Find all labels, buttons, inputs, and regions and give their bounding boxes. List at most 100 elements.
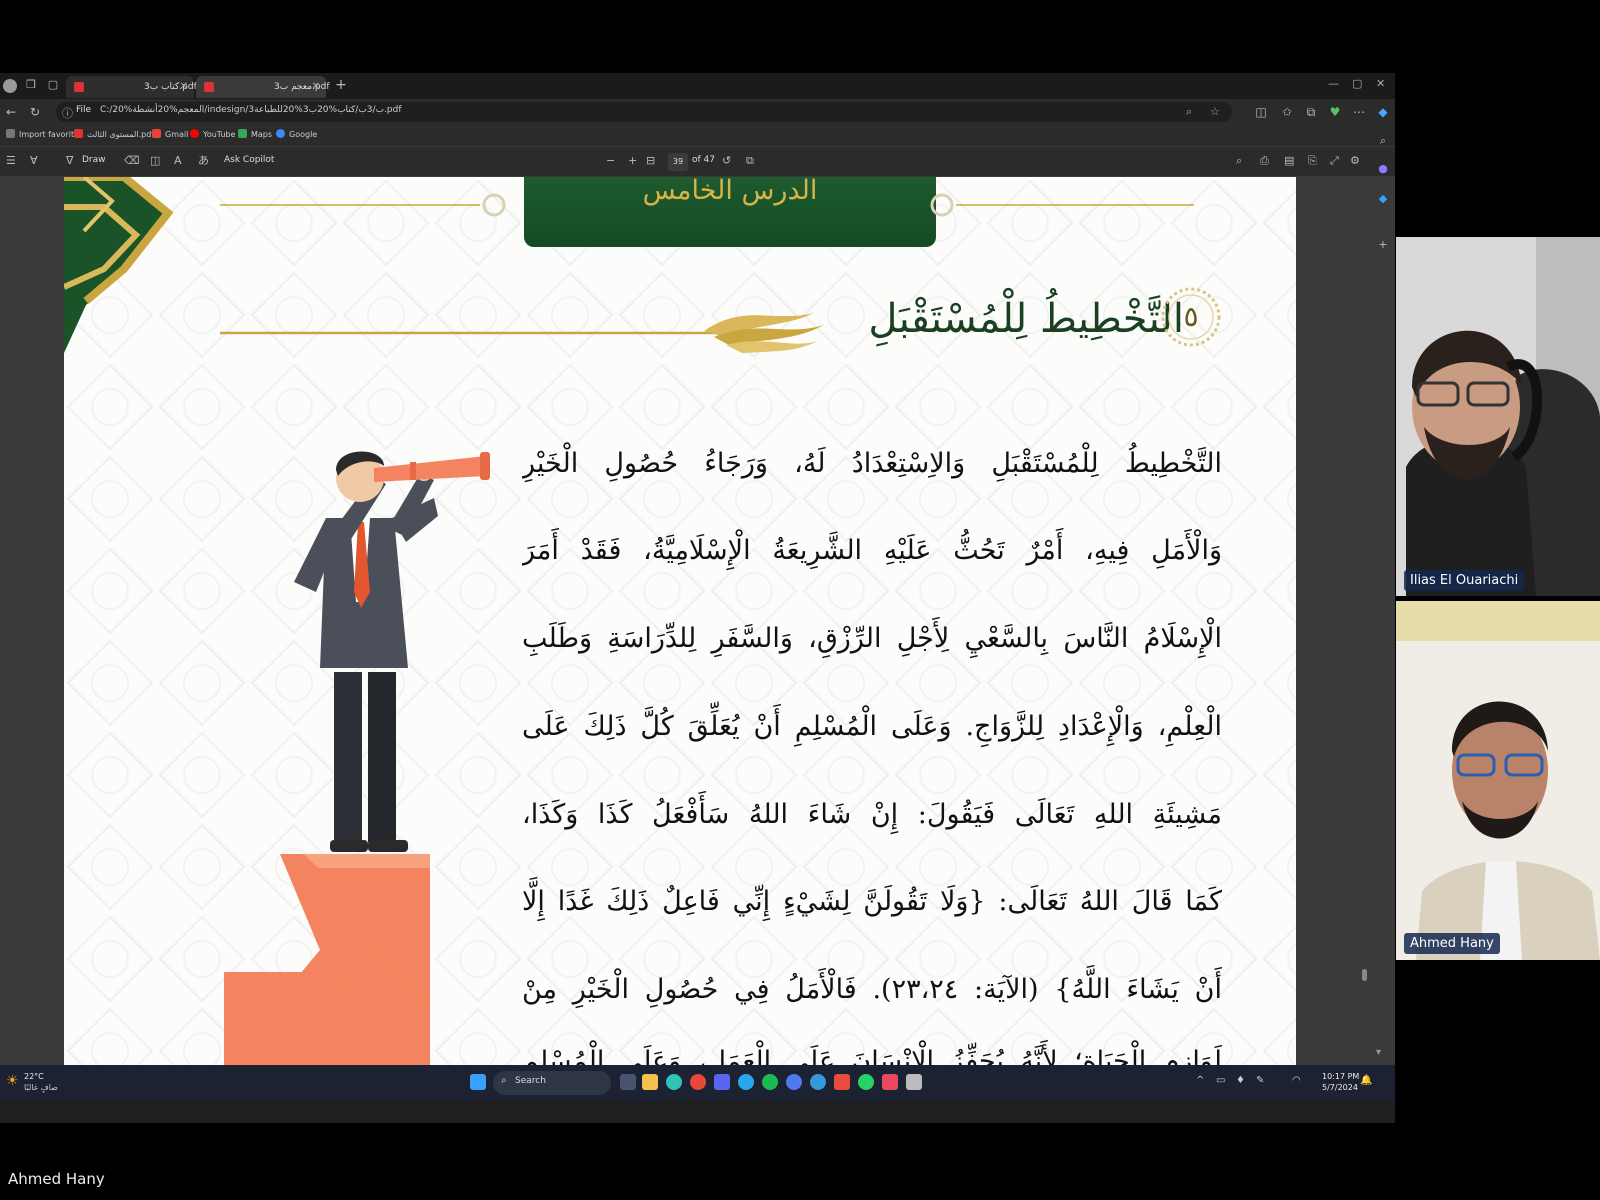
page-number-input[interactable]: 39 (668, 153, 688, 171)
save-as-icon[interactable]: ⎘ (1308, 154, 1317, 168)
body-text-line: مَشِيئَةِ اللهِ تَعَالَى فَيَقُولَ: إِنْ… (522, 799, 1222, 830)
pen-icon[interactable]: ✎ (1256, 1075, 1264, 1086)
page-total: of 47 (692, 155, 715, 165)
sidebar-add-icon[interactable]: + (1376, 238, 1390, 252)
sidebar-outlook-icon[interactable]: ◆ (1376, 192, 1390, 206)
tab-actions-icon[interactable]: ▢ (46, 78, 60, 92)
zoom-in-icon[interactable]: + (628, 154, 637, 168)
pdf-file-icon (204, 82, 214, 92)
participant-tile[interactable]: Ilias El Ouariachi (1396, 237, 1600, 596)
workspaces-icon[interactable]: ❒ (24, 78, 38, 92)
favorite-import[interactable]: Import favorites (6, 129, 83, 141)
highlight-icon[interactable]: ∀ (30, 154, 38, 168)
back-icon[interactable]: ← (4, 105, 18, 119)
start-icon[interactable] (470, 1074, 486, 1090)
tray-chevron-icon[interactable]: ^ (1196, 1075, 1204, 1086)
favorite-maps[interactable]: Maps (238, 129, 272, 141)
translate-icon[interactable]: あ (198, 154, 209, 168)
copilot-icon[interactable]: ◆ (1376, 105, 1390, 119)
edge-icon[interactable] (666, 1074, 682, 1090)
clock-time[interactable]: 10:17 PM (1322, 1072, 1359, 1081)
notepad-icon[interactable] (906, 1074, 922, 1090)
businessman-telescope-illustration (224, 451, 490, 1065)
collections-icon[interactable]: ⧉ (1304, 105, 1318, 119)
favorites-bar: Import favorites المستوى الثالث.pdf Gmai… (0, 125, 1395, 147)
rotate-icon[interactable]: ↺ (722, 154, 731, 168)
contents-icon[interactable]: ☰ (6, 154, 16, 168)
section-number: ٥ (1183, 300, 1199, 333)
new-tab-icon[interactable]: + (334, 78, 348, 92)
participant-name: Ahmed Hany (1404, 933, 1500, 954)
favorite-level-three-pdf[interactable]: المستوى الثالث.pdf (74, 129, 154, 141)
body-text-line: التَّخْطِيطُ لِلْمُسْتَقْبَلِ وَالاِسْتِ… (522, 448, 1222, 479)
zoom-out-icon[interactable]: − (606, 154, 615, 168)
body-text-line: وَالْأَمَلِ فِيهِ، أَمْرٌ تَحُثُّ عَلَيْ… (522, 535, 1222, 566)
favorite-gmail[interactable]: Gmail (152, 129, 188, 141)
close-tab-icon[interactable]: ✕ (312, 76, 320, 98)
ask-copilot-button[interactable]: Ask Copilot (224, 155, 274, 165)
zoom-icon[interactable]: ⌕ (1186, 105, 1192, 119)
address-row: ← ↻ ⓘ File C:/20%المعجم%20أنشطة/indesign… (0, 99, 1395, 125)
import-icon (6, 129, 15, 138)
draw-icon[interactable]: ∇ (66, 154, 73, 168)
youtube-icon (190, 129, 199, 138)
favorites-icon[interactable]: ✩ (1280, 105, 1294, 119)
banner-divider-lines (220, 193, 1194, 217)
pdf-viewer[interactable]: الدرس الخامس التَّخْطِيطُ لِلْمُسْتَقْبَ… (0, 177, 1395, 1065)
favorite-google[interactable]: Google (276, 129, 317, 141)
page-view-icon[interactable]: ◫ (150, 154, 160, 168)
sidebar-copilot-icon[interactable]: ● (1376, 162, 1390, 176)
maximize-icon[interactable]: ▢ (1352, 77, 1362, 90)
pdf-file-icon (74, 129, 83, 138)
app-icon[interactable] (786, 1074, 802, 1090)
taskbar-search[interactable]: ⌕ Search (493, 1071, 611, 1095)
microphone-icon[interactable]: ♦ (1236, 1075, 1245, 1086)
save-icon[interactable]: ▤ (1284, 154, 1294, 168)
two-page-icon[interactable]: ⧉ (746, 154, 754, 168)
more-menu-icon[interactable]: ⋯ (1352, 105, 1366, 119)
tab-bar: ❒ ▢ كتاب ب3.pdf ✕ معجم ب3.pdf ✕ + — ▢ ✕ (0, 73, 1395, 99)
chrome-icon[interactable] (690, 1074, 706, 1090)
draw-button[interactable]: Draw (82, 155, 106, 165)
print-icon[interactable]: ⎙ (1260, 154, 1269, 168)
clock-date[interactable]: 5/7/2024 (1322, 1083, 1358, 1092)
file-explorer-icon[interactable] (642, 1074, 658, 1090)
sidebar-search-icon[interactable]: ⌕ (1376, 134, 1390, 148)
settings-icon[interactable]: ⚙ (1350, 154, 1360, 168)
fullscreen-icon[interactable]: ⤢ (1330, 154, 1339, 168)
tab-dictionary-pdf[interactable]: معجم ب3.pdf ✕ (196, 76, 330, 98)
weather-temperature: 22°C (24, 1072, 44, 1081)
windows-taskbar: ☀ 22°C صافٍ غالبًا ⌕ Search ^ ▭ ♦ ✎ ◠ 10… (0, 1065, 1395, 1101)
address-bar[interactable]: ⓘ File C:/20%المعجم%20أنشطة/indesign/3ب/… (56, 102, 1232, 122)
scroll-down-icon[interactable]: ▾ (1376, 1047, 1381, 1058)
notifications-icon[interactable]: 🔔 (1360, 1075, 1372, 1086)
minimize-icon[interactable]: — (1328, 77, 1339, 90)
network-icon[interactable]: ▭ (1216, 1075, 1225, 1086)
search-icon[interactable]: ⌕ (1236, 154, 1242, 168)
erase-icon[interactable]: ⌫ (124, 154, 140, 168)
profile-avatar[interactable] (3, 79, 17, 93)
participant-tile[interactable]: Ahmed Hany (1396, 601, 1600, 960)
refresh-icon[interactable]: ↻ (28, 105, 42, 119)
spotify-icon[interactable] (762, 1074, 778, 1090)
favorite-youtube[interactable]: YouTube (190, 129, 236, 141)
extension-icon[interactable]: ♥ (1328, 105, 1342, 119)
task-view-icon[interactable] (620, 1074, 636, 1090)
whatsapp-icon[interactable] (858, 1074, 874, 1090)
media-app-icon[interactable] (834, 1074, 850, 1090)
telegram-icon[interactable] (738, 1074, 754, 1090)
read-aloud-icon[interactable]: A (174, 154, 182, 168)
section-title: التَّخْطِيطُ لِلْمُسْتَقْبَلِ (868, 296, 1184, 342)
fit-page-icon[interactable]: ⊟ (646, 154, 655, 168)
tab-book-pdf[interactable]: كتاب ب3.pdf ✕ (66, 76, 197, 98)
acrobat-icon[interactable] (882, 1074, 898, 1090)
teams-icon[interactable] (714, 1074, 730, 1090)
wifi-volume-icon[interactable]: ◠ (1292, 1075, 1301, 1086)
split-screen-icon[interactable]: ◫ (1254, 105, 1268, 119)
zoom-app-icon[interactable] (810, 1074, 826, 1090)
favorite-star-icon[interactable]: ☆ (1210, 105, 1220, 118)
body-text-line: الْإِسْلَامُ النَّاسَ بِالسَّعْيِ لِأَجْ… (522, 623, 1222, 654)
scrollbar-thumb[interactable] (1362, 969, 1367, 981)
close-tab-icon[interactable]: ✕ (180, 76, 188, 98)
close-window-icon[interactable]: ✕ (1376, 77, 1385, 90)
